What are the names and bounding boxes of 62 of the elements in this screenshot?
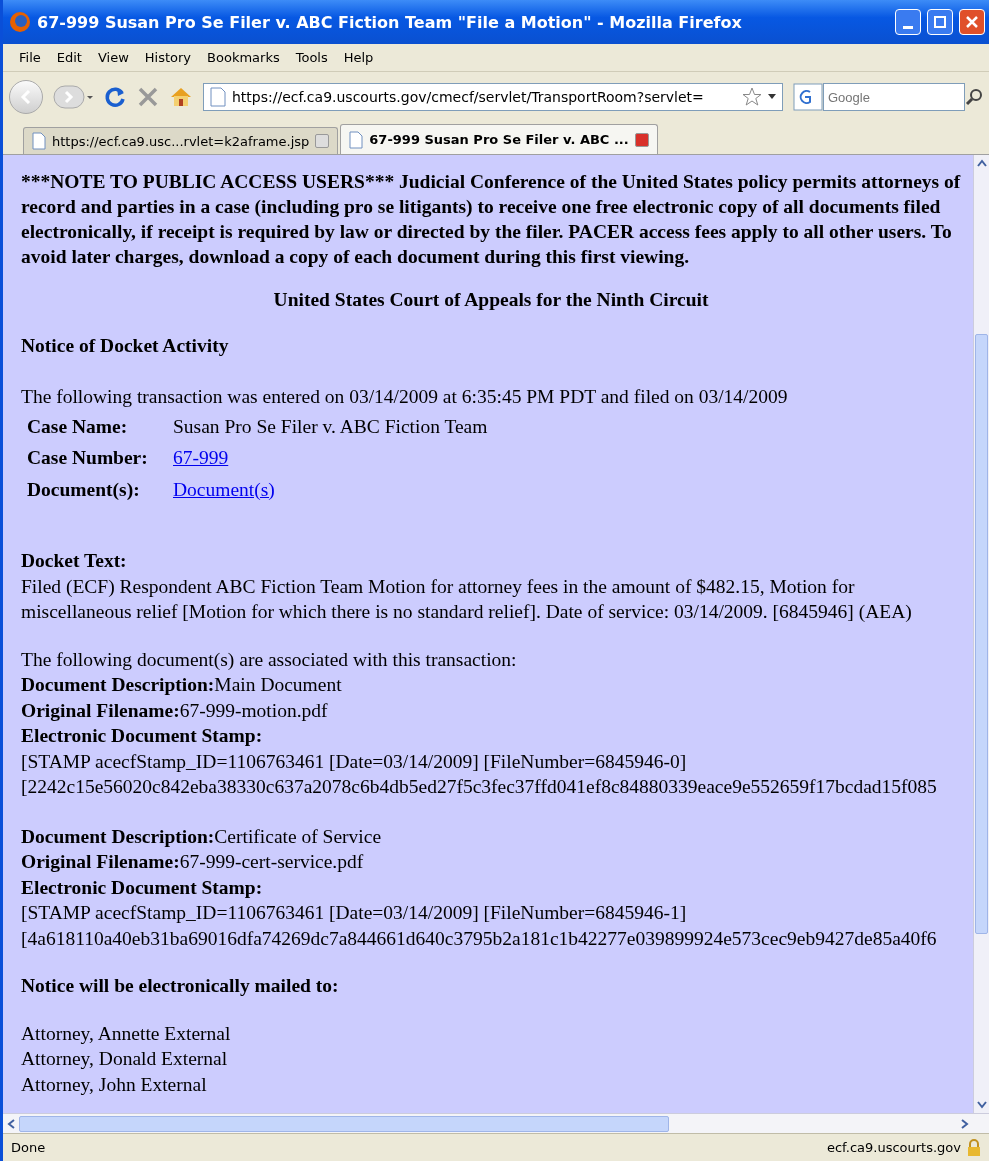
link[interactable]: Document(s) <box>173 478 275 500</box>
horizontal-scrollbar[interactable] <box>3 1113 989 1133</box>
menu-item[interactable]: File <box>13 48 47 67</box>
reload-icon[interactable] <box>103 85 127 109</box>
close-button[interactable] <box>959 9 985 35</box>
notice-text: ***NOTE TO PUBLIC ACCESS USERS*** Judicial Conference of the United States policy permits attorneys of record and parties in a case (including pro se litigants) to receive one free electronic copy of all documents filed electronically, if receipt is required by law or directed by the filer. PACER access fees apply to all other users. To avoid later charges, download a copy of each document during this first viewing. <box>21 170 961 269</box>
field-value: Susan Pro Se Filer v. ABC Fiction Team <box>173 414 488 439</box>
close-icon <box>966 16 978 28</box>
recipient-name: Attorney, John External <box>21 1072 208 1097</box>
document-description: Document Description:Main Document <box>21 673 343 697</box>
close-tab-icon[interactable] <box>634 132 649 147</box>
menu-item[interactable]: View <box>91 48 135 67</box>
docket-text: Filed (ECF) Respondent ABC Fiction Team Motion for attorney fees in the amount of $482.15, Motion for miscellaneous relief [Motion for which there is no standard relief]. Date of service: 03/14/2009. [6845946] (AEA) <box>21 574 913 624</box>
page-icon <box>349 130 364 149</box>
stamp-text: [STAMP acecfStamp_ID=1106763461 [Date=03/14/2009] [FileNumber=6845946-0] <box>21 749 688 774</box>
dropdown-icon[interactable] <box>768 94 776 100</box>
address-bar[interactable]: https://ecf.ca9.uscourts.gov/cmecf/servlet/TransportRoom?servlet= <box>203 83 783 111</box>
associated-text: The following document(s) are associated with this transaction: <box>21 647 518 672</box>
docket-label: Docket Text: <box>21 549 128 573</box>
stamp-label: Electronic Document Stamp: <box>21 875 264 900</box>
stamp-hash: [2242c15e56020c842eba38330c637a2078c6b4db5ed27f5c3fec37ffd041ef8c84880339eace9e552659f17bcdad15f085 <box>21 775 938 799</box>
original-filename: Original Filename:67-999-cert-service.pdf <box>21 850 365 874</box>
court-name: United States Court of Appeals for the Ninth Circuit <box>272 288 710 312</box>
recipient-name: Attorney, Donald External <box>21 1047 229 1071</box>
notice-heading: Notice of Docket Activity <box>21 333 230 358</box>
link[interactable]: 67-999 <box>173 447 229 468</box>
stop-icon[interactable] <box>137 86 159 108</box>
mailed-heading: Notice will be electronically mailed to: <box>21 974 340 998</box>
stamp-label: Electronic Document Stamp: <box>21 724 264 748</box>
browser-tab[interactable]: 67-999 Susan Pro Se Filer v. ABC ... <box>340 124 658 154</box>
page-icon <box>32 132 46 150</box>
field-label: Document(s): <box>27 477 141 502</box>
minimize-icon <box>903 25 913 29</box>
recipient-name: Attorney, Annette External <box>21 1021 232 1046</box>
original-filename: Original Filename:67-999-motion.pdf <box>21 698 329 723</box>
search-field[interactable]: Google <box>823 83 965 111</box>
document-description: Document Description:Certificate of Service <box>21 824 383 849</box>
transaction-text: The following transaction was entered on 03/14/2009 at 6:35:45 PM PDT and filed on 03/14/2009 <box>21 385 789 409</box>
home-icon[interactable] <box>169 86 193 108</box>
host-text: ecf.ca9.uscourts.gov <box>826 1140 961 1155</box>
browser-tab[interactable]: https://ecf.ca9.usc...rvlet=k2aframe.jsp <box>23 127 339 154</box>
maximize-button[interactable] <box>927 9 953 35</box>
field-label: Case Name: <box>27 414 129 439</box>
menu-item[interactable]: Help <box>337 48 380 67</box>
menu-item[interactable]: Edit <box>50 48 88 67</box>
status-text: Done <box>11 1140 46 1155</box>
stamp-text: [STAMP acecfStamp_ID=1106763461 [Date=03/14/2009] [FileNumber=6845946-1] <box>21 901 688 925</box>
search-engine-icon[interactable] <box>793 83 823 111</box>
browser-logo-icon <box>9 11 31 33</box>
stamp-hash: [4a618110a40eb31ba69016dfa74269dc7a844661d640c3795b2a181c1b42277e039899924e573cec9eb9427de85a40f6 <box>21 926 938 951</box>
menu-item[interactable]: History <box>138 48 198 67</box>
vertical-scrollbar[interactable] <box>973 155 989 1113</box>
minimize-button[interactable] <box>895 9 921 35</box>
star-icon[interactable] <box>742 87 762 107</box>
maximize-icon <box>934 16 946 28</box>
menu-item[interactable]: Tools <box>289 48 334 67</box>
lock-icon <box>967 1138 981 1157</box>
search-icon[interactable] <box>965 88 983 106</box>
window-title: 67-999 Susan Pro Se Filer v. ABC Fiction Team "File a Motion" - Mozilla Firefox <box>37 12 743 32</box>
page-icon <box>210 87 226 107</box>
menu-item[interactable]: Bookmarks <box>201 48 286 67</box>
field-label: Case Number: <box>27 446 149 470</box>
